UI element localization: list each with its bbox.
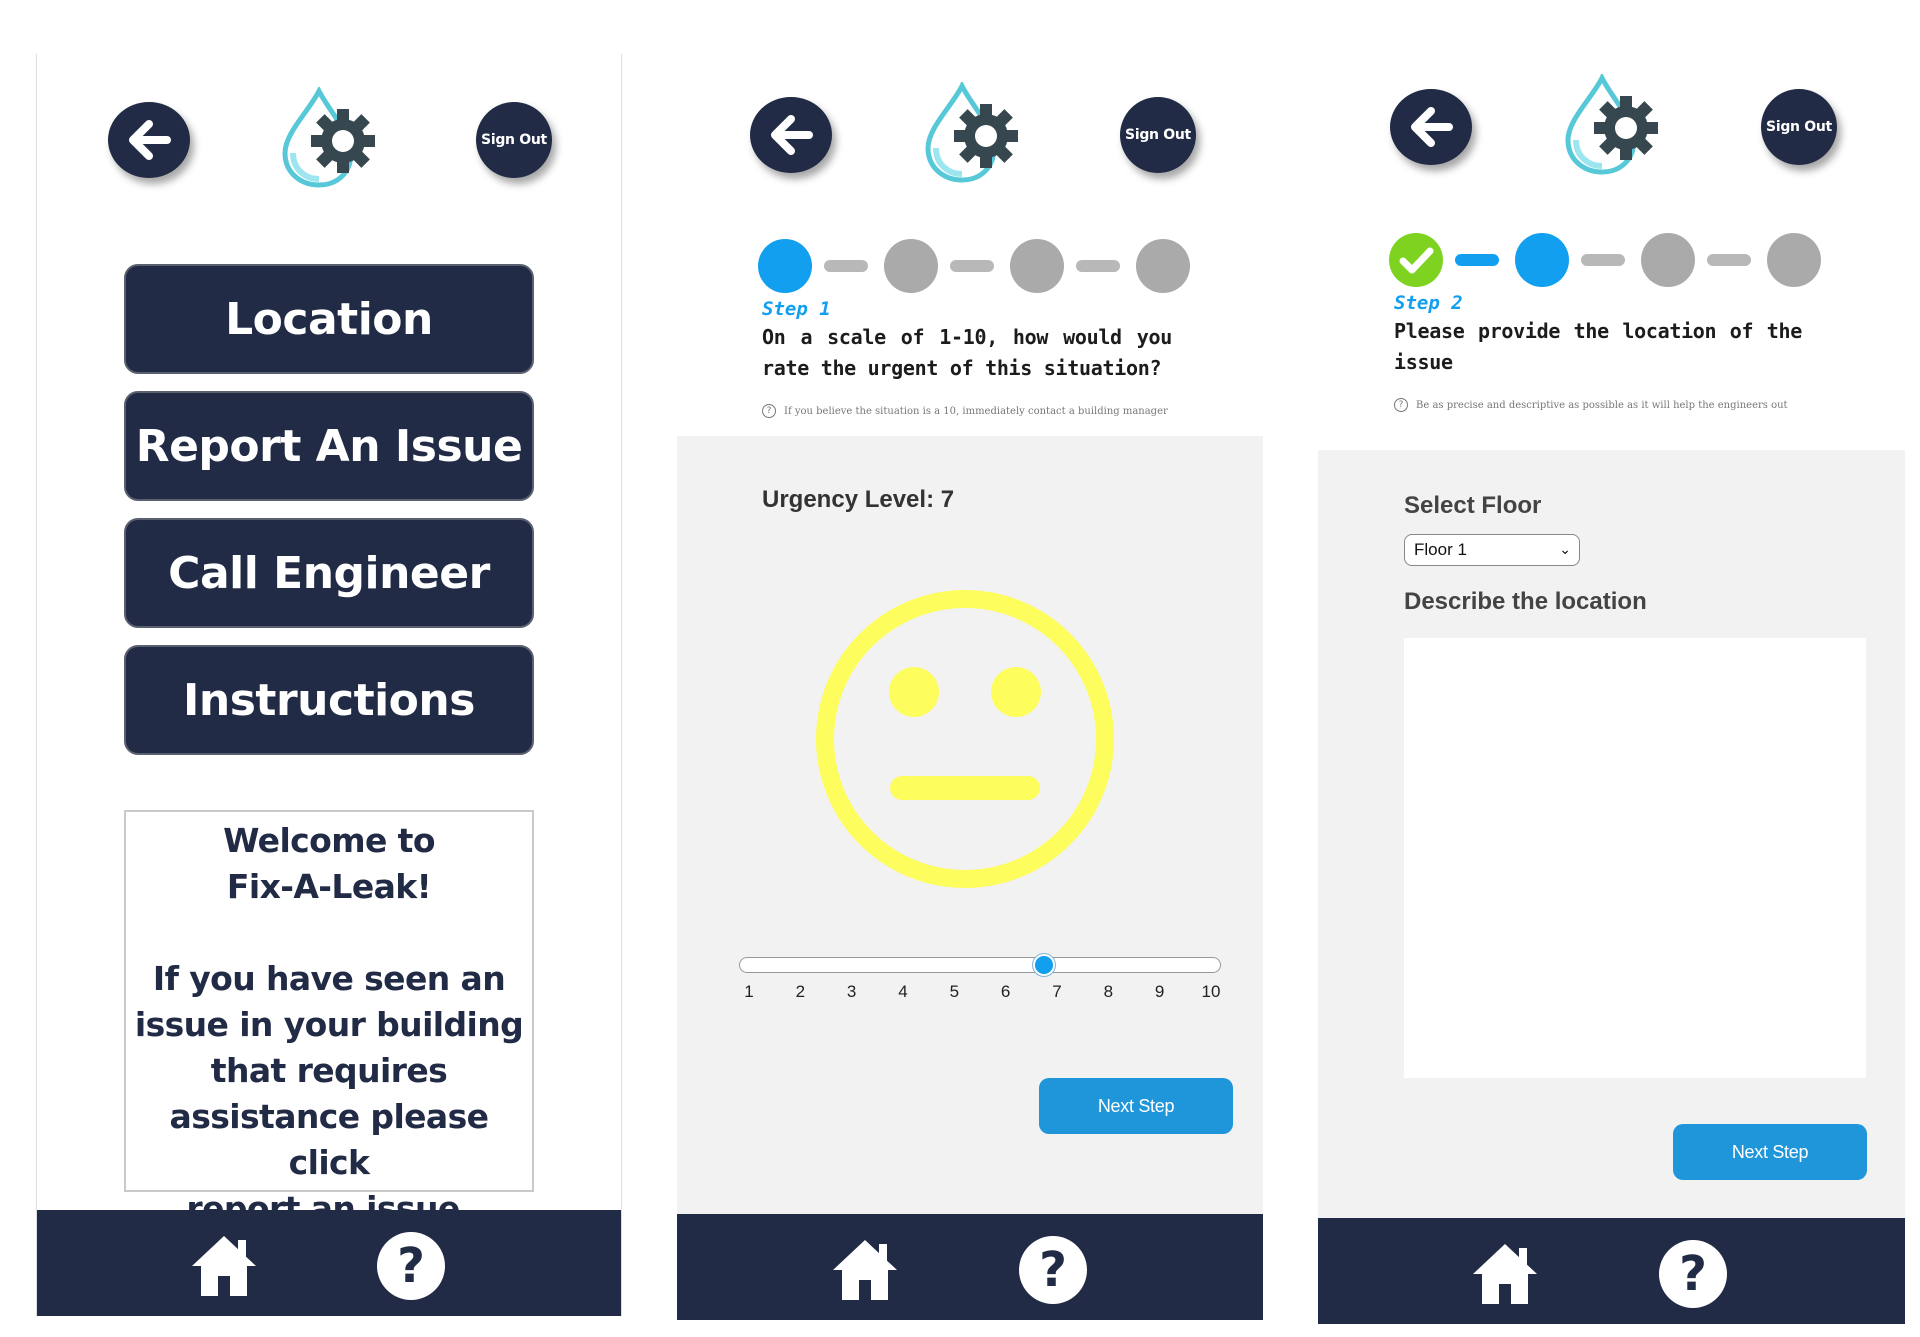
chevron-down-icon: ⌄ xyxy=(1559,541,1571,557)
floor-select[interactable]: Floor 1 ⌄ xyxy=(1404,534,1580,566)
help-icon[interactable]: ? xyxy=(1017,1234,1089,1306)
step-3-indicator xyxy=(1010,239,1064,293)
arrow-left-icon xyxy=(129,120,171,160)
step-label: Step 1 xyxy=(762,298,831,320)
welcome-message: Welcome to Fix-A-Leak! If you have seen … xyxy=(124,810,534,1228)
bottom-nav: ? xyxy=(37,1210,621,1316)
floor-select-value: Floor 1 xyxy=(1414,540,1467,559)
svg-text:?: ? xyxy=(397,1238,425,1294)
bottom-nav: ? xyxy=(1318,1218,1905,1324)
location-description-textarea[interactable] xyxy=(1404,638,1866,1078)
slider-tick-label: 7 xyxy=(1052,982,1062,1001)
slider-tick-label: 1 xyxy=(744,982,754,1001)
svg-text:?: ? xyxy=(1679,1246,1707,1302)
step-question: On a scale of 1-10, how would you rate t… xyxy=(762,325,1172,380)
home-icon[interactable] xyxy=(188,1230,260,1302)
help-circle-icon: ? xyxy=(1394,398,1408,412)
app-logo xyxy=(282,87,375,188)
home-screen: Sign Out Location Report An Issue Call E… xyxy=(36,54,622,1316)
describe-location-label: Describe the location xyxy=(1404,588,1647,615)
welcome-body-line: assistance please click xyxy=(169,1097,489,1182)
back-button[interactable] xyxy=(750,97,832,173)
step-4-indicator xyxy=(1767,233,1821,287)
slider-tick-label: 10 xyxy=(1201,982,1221,1001)
sign-out-button[interactable]: Sign Out xyxy=(1761,89,1837,165)
step-hint-text: Be as precise and descriptive as possibl… xyxy=(1416,399,1788,411)
back-button[interactable] xyxy=(108,102,190,178)
slider-tick-label: 3 xyxy=(846,982,857,1001)
arrow-left-icon xyxy=(771,115,813,155)
slider-tick-label: 4 xyxy=(898,982,908,1001)
welcome-body-line: that requires xyxy=(210,1051,448,1090)
slider-tick-label: 6 xyxy=(1000,982,1011,1001)
checkmark-icon xyxy=(1399,247,1434,274)
call-engineer-button[interactable]: Call Engineer xyxy=(124,518,534,628)
slider-tick-label: 2 xyxy=(795,982,806,1001)
welcome-title-line1: Welcome to xyxy=(223,821,435,860)
slider-tick-label: 5 xyxy=(949,982,960,1001)
app-logo xyxy=(925,82,1018,183)
step-1-indicator xyxy=(758,239,812,293)
welcome-title-line2: Fix-A-Leak! xyxy=(226,867,432,906)
location-panel: Select Floor Floor 1 ⌄ Describe the loca… xyxy=(1318,450,1905,1218)
urgency-panel: Urgency Level: 7 1 2 3 4 5 6 7 8 9 10 Next Step xyxy=(677,436,1263,1214)
back-button[interactable] xyxy=(1390,89,1472,165)
step-2-indicator xyxy=(884,239,938,293)
location-button[interactable]: Location xyxy=(124,264,534,374)
step-connector xyxy=(1076,260,1120,272)
svg-text:?: ? xyxy=(1039,1242,1067,1298)
step-label: Step 2 xyxy=(1394,292,1463,314)
help-icon[interactable]: ? xyxy=(375,1230,447,1302)
home-icon[interactable] xyxy=(829,1234,901,1306)
step-connector xyxy=(824,260,868,272)
arrow-left-icon xyxy=(1411,107,1453,147)
next-step-button[interactable]: Next Step xyxy=(1673,1124,1867,1180)
sign-out-button[interactable]: Sign Out xyxy=(1120,97,1196,173)
instructions-button[interactable]: Instructions xyxy=(124,645,534,755)
step-hint: ? If you believe the situation is a 10, … xyxy=(762,404,1168,418)
home-icon[interactable] xyxy=(1469,1238,1541,1310)
location-screen: Sign Out Step 2 Please provide the locat… xyxy=(1318,54,1905,1324)
step-4-indicator xyxy=(1136,239,1190,293)
welcome-body-line: issue in your building xyxy=(134,1005,524,1044)
step-2-indicator xyxy=(1515,233,1569,287)
app-logo xyxy=(1565,74,1658,175)
step-connector xyxy=(1455,254,1499,266)
sign-out-button[interactable]: Sign Out xyxy=(476,102,552,178)
urgency-slider[interactable] xyxy=(739,957,1221,973)
step-question: Please provide the location of the issue xyxy=(1394,319,1802,374)
step-connector xyxy=(1707,254,1751,266)
step-connector xyxy=(950,260,994,272)
neutral-face-icon xyxy=(816,590,1114,888)
slider-tick-label: 8 xyxy=(1103,982,1114,1001)
welcome-body-line: If you have seen an xyxy=(152,959,506,998)
help-icon[interactable]: ? xyxy=(1657,1238,1729,1310)
step-connector xyxy=(1581,254,1625,266)
step-hint: ? Be as precise and descriptive as possi… xyxy=(1394,398,1788,412)
step-1-complete-indicator xyxy=(1389,233,1443,287)
select-floor-label: Select Floor xyxy=(1404,492,1542,519)
report-issue-button[interactable]: Report An Issue xyxy=(124,391,534,501)
bottom-nav: ? xyxy=(677,1214,1263,1320)
step-hint-text: If you believe the situation is a 10, im… xyxy=(784,405,1168,417)
help-circle-icon: ? xyxy=(762,404,776,418)
slider-tick-label: 9 xyxy=(1154,982,1165,1001)
urgency-screen: Sign Out Step 1 On a scale of 1-10, how … xyxy=(677,54,1263,1320)
urgency-slider-thumb[interactable] xyxy=(1033,954,1055,976)
urgency-level-label: Urgency Level: 7 xyxy=(762,486,955,513)
step-3-indicator xyxy=(1641,233,1695,287)
next-step-button[interactable]: Next Step xyxy=(1039,1078,1233,1134)
